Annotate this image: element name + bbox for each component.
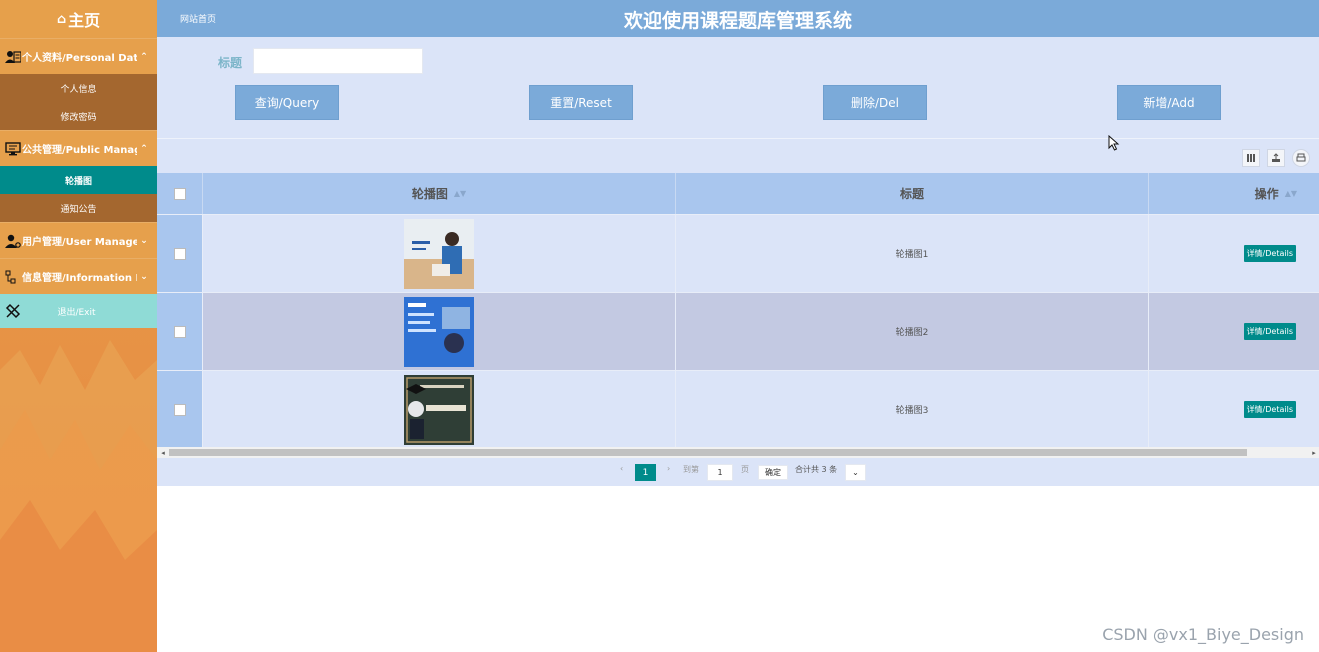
flowchart-icon: [4, 268, 22, 286]
current-page[interactable]: 1: [635, 464, 656, 481]
sidebar: ⌂ 主页 个人资料/Personal Data ⌃ 个人信息 修改密码 公共管理…: [0, 0, 157, 652]
submenu-public-manage: 轮播图 通知公告: [0, 166, 157, 222]
title-cell: 轮播图2: [676, 293, 1149, 370]
sidebar-item-change-password[interactable]: 修改密码: [0, 102, 157, 130]
scrollbar-thumb[interactable]: [169, 449, 1247, 456]
goto-page-input[interactable]: 1: [707, 464, 733, 481]
menu-public-manage[interactable]: 公共管理/Public Manage ⌃: [0, 130, 157, 166]
home-link[interactable]: ⌂ 主页: [0, 0, 157, 38]
add-button[interactable]: 新增/Add: [1117, 85, 1221, 120]
select-all-checkbox[interactable]: [173, 187, 186, 200]
watermark: CSDN @vx1_Biye_Design: [1102, 625, 1304, 644]
query-button[interactable]: 查询/Query: [235, 85, 339, 120]
menu-label: 公共管理/Public Manage: [22, 145, 137, 156]
page-unit-label: 页: [741, 465, 749, 474]
sort-icon: ▲▼: [1284, 189, 1297, 198]
table-row: 轮播图1 详情/Details: [157, 214, 1319, 292]
page-size-select[interactable]: ⌄: [845, 464, 866, 481]
chevron-down-icon: ⌄: [140, 235, 148, 246]
home-icon: ⌂: [56, 11, 67, 27]
title-cell: 轮播图3: [676, 371, 1149, 448]
action-cell: 详情/Details: [1149, 371, 1319, 448]
menu-user-manage[interactable]: 用户管理/User Manage ⌄: [0, 222, 157, 258]
user-gear-icon: [4, 232, 22, 250]
search-panel: 标题 查询/Query 重置/Reset 删除/Del 新增/Add: [157, 37, 1319, 138]
scroll-left-icon[interactable]: ◂: [158, 447, 168, 458]
scroll-right-icon[interactable]: ▸: [1309, 447, 1319, 458]
goto-confirm-button[interactable]: 确定: [758, 465, 788, 480]
column-header-image[interactable]: 轮播图 ▲▼: [203, 173, 676, 214]
image-cell: [203, 371, 676, 448]
menu-label: 用户管理/User Manage: [22, 237, 137, 248]
sidebar-item-personal-info[interactable]: 个人信息: [0, 74, 157, 102]
monitor-icon: [4, 140, 22, 158]
row-check-cell: [157, 371, 203, 448]
print-icon[interactable]: [1292, 149, 1310, 167]
delete-button[interactable]: 删除/Del: [823, 85, 927, 120]
submenu-personal-data: 个人信息 修改密码: [0, 74, 157, 130]
select-all-cell: [157, 173, 203, 214]
row-checkbox[interactable]: [173, 247, 186, 260]
details-button[interactable]: 详情/Details: [1243, 401, 1296, 418]
column-header-label: 操作: [1254, 187, 1279, 201]
table-row: 轮播图3 详情/Details: [157, 370, 1319, 448]
action-cell: 详情/Details: [1149, 215, 1319, 292]
chevron-down-icon: ⌄: [140, 271, 148, 282]
row-checkbox[interactable]: [173, 325, 186, 338]
mouse-cursor-icon: [1108, 135, 1120, 151]
prev-page-icon[interactable]: ‹: [620, 464, 623, 473]
row-check-cell: [157, 293, 203, 370]
table-header: 轮播图 ▲▼ 标题 操作 ▲▼: [157, 173, 1319, 214]
exit-label: 退出/Exit: [57, 307, 96, 318]
title-cell: 轮播图1: [676, 215, 1149, 292]
table-row: 轮播图2 详情/Details: [157, 292, 1319, 370]
column-header-label: 标题: [899, 187, 924, 201]
carousel-thumbnail[interactable]: [404, 374, 474, 445]
image-cell: [203, 293, 676, 370]
sort-icon: ▲▼: [453, 189, 467, 198]
sidebar-item-notice[interactable]: 通知公告: [0, 194, 157, 222]
image-cell: [203, 215, 676, 292]
title-search-input[interactable]: [253, 48, 423, 74]
export-icon[interactable]: [1267, 149, 1285, 167]
user-card-icon: [4, 48, 22, 66]
action-cell: 详情/Details: [1149, 293, 1319, 370]
menu-label: 信息管理/Information Manage: [22, 273, 137, 284]
top-bar: 网站首页 欢迎使用课程题库管理系统: [157, 0, 1319, 37]
carousel-thumbnail[interactable]: [404, 296, 474, 367]
column-header-label: 轮播图: [411, 187, 448, 201]
pagination: ‹ 1 › 到第 1 页 确定 合计共 3 条 ⌄: [157, 458, 1319, 486]
chevron-up-icon: ⌃: [140, 51, 148, 62]
menu-label: 个人资料/Personal Data: [22, 53, 137, 64]
horizontal-scrollbar[interactable]: ◂ ▸: [157, 447, 1319, 458]
total-count: 合计共 3 条: [795, 465, 838, 474]
chevron-down-icon: ⌄: [852, 468, 859, 477]
details-button[interactable]: 详情/Details: [1243, 323, 1296, 340]
reset-button[interactable]: 重置/Reset: [529, 85, 633, 120]
exit-icon: [2, 303, 26, 319]
details-button[interactable]: 详情/Details: [1243, 245, 1296, 262]
row-checkbox[interactable]: [173, 403, 186, 416]
menu-personal-data[interactable]: 个人资料/Personal Data ⌃: [0, 38, 157, 74]
row-check-cell: [157, 215, 203, 292]
next-page-icon[interactable]: ›: [667, 464, 670, 473]
page-title: 欢迎使用课程题库管理系统: [623, 10, 852, 32]
mountain-background-image: [0, 340, 157, 652]
sidebar-exit[interactable]: 退出/Exit: [0, 294, 157, 328]
carousel-thumbnail[interactable]: [404, 218, 474, 289]
data-table: 轮播图 ▲▼ 标题 操作 ▲▼ 轮播图1 详情/Details 轮播图2 详情/…: [157, 173, 1319, 448]
column-header-actions[interactable]: 操作 ▲▼: [1149, 173, 1319, 214]
menu-information-manage[interactable]: 信息管理/Information Manage ⌄: [0, 258, 157, 294]
columns-icon[interactable]: [1242, 149, 1260, 167]
table-toolbar: [157, 138, 1319, 173]
sidebar-item-carousel[interactable]: 轮播图: [0, 166, 157, 194]
home-label: 主页: [68, 11, 101, 30]
chevron-up-icon: ⌃: [140, 143, 148, 154]
goto-label: 到第: [683, 465, 699, 474]
column-header-title: 标题: [676, 173, 1149, 214]
title-field-label: 标题: [218, 56, 243, 70]
